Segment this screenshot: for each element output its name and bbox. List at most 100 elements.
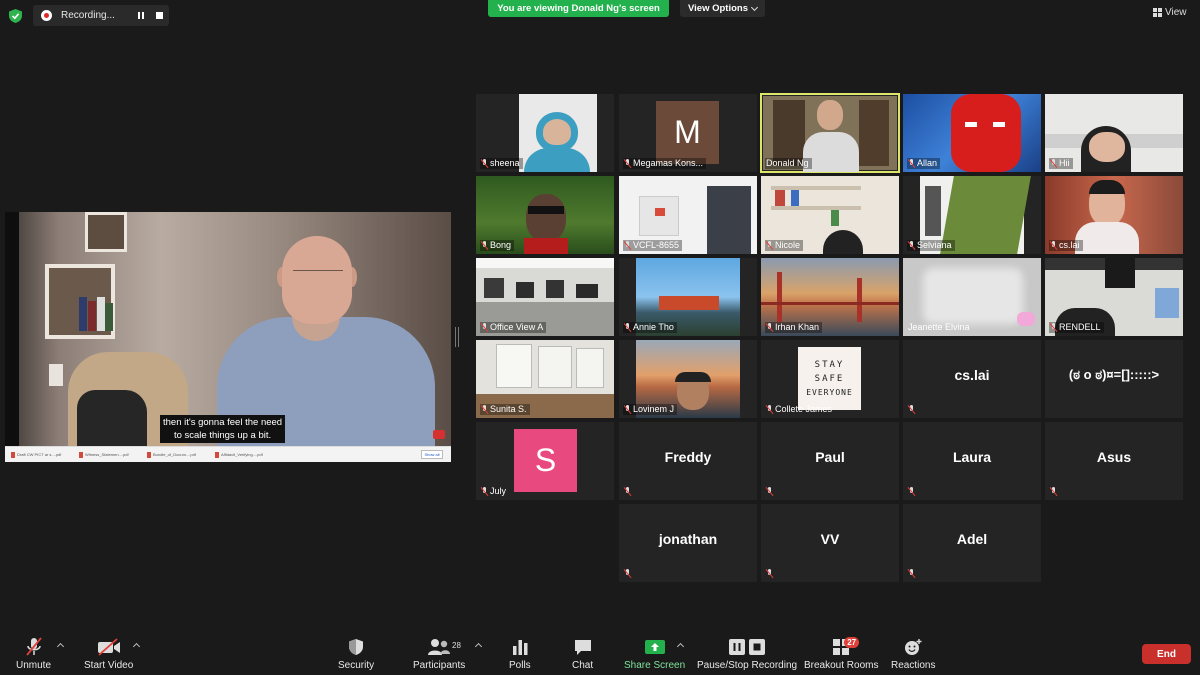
participant-tile[interactable]: Jeanette Elvina bbox=[903, 258, 1041, 336]
shield-icon[interactable] bbox=[9, 9, 22, 23]
participant-name: Selviana bbox=[917, 240, 952, 250]
meeting-toolbar bbox=[0, 630, 1200, 675]
end-meeting-button[interactable]: End bbox=[1142, 644, 1191, 664]
participant-name: Allan bbox=[917, 158, 938, 168]
participant-tile[interactable]: Adel bbox=[903, 504, 1041, 582]
pause-stop-recording-button[interactable]: Pause/Stop Recording bbox=[697, 637, 797, 671]
mic-muted-icon bbox=[481, 241, 488, 250]
subtitle-caption: then it's gonna feel the need to scale t… bbox=[160, 415, 286, 443]
participants-count: 28 bbox=[452, 641, 461, 650]
shared-screen[interactable]: then it's gonna feel the need to scale t… bbox=[5, 212, 451, 462]
chat-icon bbox=[574, 640, 591, 655]
download-item[interactable]: Draft CW PICT ar s....pdf bbox=[11, 450, 73, 460]
participant-tile[interactable]: Lovinem J bbox=[619, 340, 757, 418]
shield-icon bbox=[349, 639, 364, 655]
participant-tile[interactable]: Asus bbox=[1045, 422, 1183, 500]
participant-tile[interactable]: Laura bbox=[903, 422, 1041, 500]
mic-muted-icon bbox=[908, 241, 915, 250]
mic-muted-icon bbox=[481, 405, 488, 414]
downloads-bar: Draft CW PICT ar s....pdf Witness_Statem… bbox=[5, 446, 451, 462]
participant-name: Irhan Khan bbox=[775, 322, 820, 332]
participant-tile[interactable]: Allan bbox=[903, 94, 1041, 172]
pause-icon bbox=[729, 639, 746, 655]
participant-tile[interactable]: Annie Tho bbox=[619, 258, 757, 336]
participant-tile[interactable]: Selviana bbox=[903, 176, 1041, 254]
unmute-button[interactable]: Unmute bbox=[16, 637, 51, 671]
security-button[interactable]: Security bbox=[338, 637, 374, 671]
participant-tile[interactable]: sheena bbox=[476, 94, 614, 172]
mic-muted-icon bbox=[766, 241, 773, 250]
participant-tile[interactable]: cs.lai bbox=[1045, 176, 1183, 254]
reactions-label: Reactions bbox=[891, 660, 936, 671]
splitter-handle[interactable] bbox=[455, 327, 459, 347]
grid-view-icon bbox=[1153, 8, 1162, 17]
smiley-plus-icon bbox=[905, 639, 922, 655]
participant-tile[interactable]: RENDELL bbox=[1045, 258, 1183, 336]
chat-button[interactable]: Chat bbox=[572, 637, 593, 671]
shared-video-frame: then it's gonna feel the need to scale t… bbox=[5, 212, 451, 457]
download-item[interactable]: Bundle_of_Docum....pdf bbox=[147, 450, 209, 460]
participant-tile[interactable]: Paul bbox=[761, 422, 899, 500]
mic-muted-icon bbox=[908, 159, 915, 168]
mic-muted-icon bbox=[1050, 241, 1057, 250]
recording-icon bbox=[41, 10, 52, 21]
view-options-button[interactable]: View Options bbox=[680, 0, 765, 17]
participant-name: Paul bbox=[815, 449, 845, 465]
participant-tile[interactable]: Office View A bbox=[476, 258, 614, 336]
mic-muted-icon bbox=[766, 323, 773, 332]
participant-name: jonathan bbox=[658, 531, 718, 547]
participant-tile[interactable]: Nicole bbox=[761, 176, 899, 254]
participant-tile[interactable]: Irhan Khan bbox=[761, 258, 899, 336]
participant-name: Jeanette Elvina bbox=[908, 322, 970, 332]
polls-button[interactable]: Polls bbox=[509, 637, 531, 671]
participant-tile[interactable]: Freddy bbox=[619, 422, 757, 500]
viewing-screen-banner: You are viewing Donald Ng's screen bbox=[488, 0, 669, 17]
participant-tile[interactable]: Sunita S. bbox=[476, 340, 614, 418]
polls-label: Polls bbox=[509, 660, 531, 671]
view-label: View bbox=[1165, 7, 1187, 18]
participant-tile[interactable]: Hii bbox=[1045, 94, 1183, 172]
avatar: S bbox=[514, 429, 577, 492]
download-item[interactable]: Affidavit_Verifying....pdf bbox=[215, 450, 277, 460]
participant-tile[interactable]: cs.lai bbox=[903, 340, 1041, 418]
participant-tile[interactable]: M Megamas Kons... bbox=[619, 94, 757, 172]
mic-muted-icon bbox=[1050, 323, 1057, 332]
participant-tile[interactable]: VV bbox=[761, 504, 899, 582]
start-video-label: Start Video bbox=[84, 660, 134, 671]
download-item[interactable]: Witness_Statemen....pdf bbox=[79, 450, 141, 460]
participant-name: Asus bbox=[1096, 449, 1132, 465]
participant-name: Office View A bbox=[490, 322, 544, 332]
pause-icon[interactable] bbox=[136, 11, 145, 20]
participant-tile[interactable]: Bong bbox=[476, 176, 614, 254]
participant-tile-active-speaker[interactable]: Donald Ng bbox=[760, 93, 900, 173]
participants-icon bbox=[428, 639, 451, 655]
mic-muted-icon bbox=[1050, 159, 1057, 168]
participant-tile[interactable]: jonathan bbox=[619, 504, 757, 582]
unmute-label: Unmute bbox=[16, 660, 52, 671]
viewing-banner-text: You are viewing Donald Ng's screen bbox=[497, 3, 660, 14]
participant-tile[interactable]: (ಠ o ಠ)¤=[]:::::> bbox=[1045, 340, 1183, 418]
participant-tile[interactable]: S July bbox=[476, 422, 614, 500]
breakout-rooms-button[interactable]: 27 Breakout Rooms bbox=[804, 637, 878, 671]
mic-muted-icon bbox=[624, 323, 631, 332]
share-screen-button[interactable]: Share Screen bbox=[624, 637, 685, 671]
chat-label: Chat bbox=[572, 660, 594, 671]
show-all-button[interactable]: Show all bbox=[421, 450, 443, 459]
stop-icon[interactable] bbox=[156, 12, 163, 19]
participant-name: Adel bbox=[956, 531, 988, 547]
view-button[interactable]: View bbox=[1153, 7, 1187, 18]
participant-name: Collete James bbox=[775, 404, 833, 414]
participant-tile[interactable]: VCFL-8655 bbox=[619, 176, 757, 254]
chevron-down-icon bbox=[750, 3, 759, 11]
polls-icon bbox=[512, 640, 528, 655]
reactions-button[interactable]: Reactions bbox=[891, 637, 935, 671]
participant-tile[interactable]: STAY SAFE EVERYONE Collete James bbox=[761, 340, 899, 418]
share-screen-icon bbox=[644, 640, 665, 654]
start-video-button[interactable]: Start Video bbox=[84, 637, 133, 671]
share-screen-label: Share Screen bbox=[624, 660, 686, 671]
participant-name: sheena bbox=[490, 158, 520, 168]
participant-name: Annie Tho bbox=[633, 322, 674, 332]
participant-name: VV bbox=[820, 531, 840, 547]
mic-muted-icon bbox=[624, 405, 631, 414]
zoom-meeting-window: Recording... You are viewing Donald Ng's… bbox=[0, 0, 1200, 675]
